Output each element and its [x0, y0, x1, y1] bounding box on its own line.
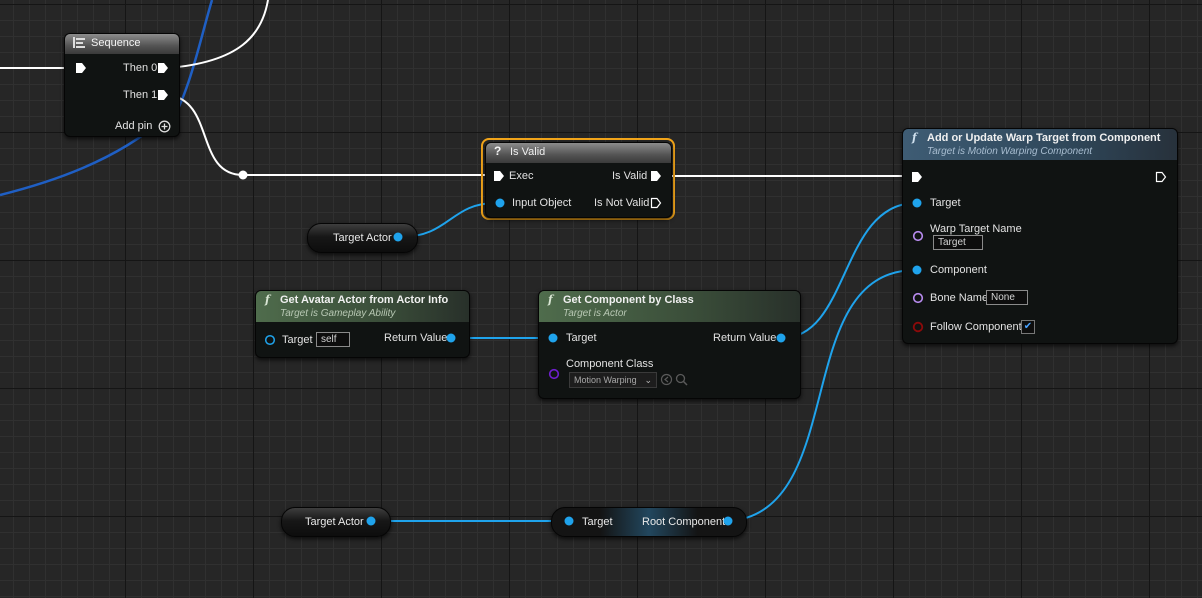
sequence-title: Sequence	[91, 37, 141, 49]
component-class-value: Motion Warping	[574, 375, 637, 385]
get-component-target-label: Target	[566, 332, 597, 344]
add-pin-label[interactable]: Add pin	[115, 120, 152, 132]
sequence-header[interactable]: Sequence	[65, 34, 179, 54]
get-component-by-class-subtitle: Target is Actor	[563, 308, 627, 319]
function-icon: f	[265, 293, 270, 306]
warp-target-label: Target	[930, 197, 961, 209]
get-avatar-target-label: Target	[282, 334, 313, 346]
follow-component-pin[interactable]	[912, 321, 924, 333]
get-avatar-return-pin[interactable]	[445, 332, 457, 344]
input-object-label: Input Object	[512, 197, 572, 209]
warp-target-name-pin[interactable]	[912, 230, 924, 242]
warp-component-pin[interactable]	[911, 264, 923, 276]
is-valid-header[interactable]: ? Is Valid	[486, 143, 671, 163]
get-component-by-class-header[interactable]: f Get Component by Class Target is Actor	[539, 291, 800, 322]
get-avatar-actor-header[interactable]: f Get Avatar Actor from Actor Info Targe…	[256, 291, 469, 322]
is-valid-exec-in-pin[interactable]	[493, 170, 505, 182]
use-selected-asset-icon[interactable]	[660, 373, 673, 386]
root-component-getter[interactable]: Target Root Component	[551, 507, 747, 537]
function-icon: f	[912, 131, 917, 144]
question-icon: ?	[494, 144, 502, 158]
warp-exec-out-pin[interactable]	[1155, 171, 1167, 183]
get-component-by-class-title: Get Component by Class	[563, 294, 694, 306]
get-avatar-actor-title: Get Avatar Actor from Actor Info	[280, 294, 449, 306]
wire-get-component-to-warp-target	[781, 202, 917, 339]
component-class-label: Component Class	[566, 358, 654, 370]
root-component-target-label: Target	[582, 516, 613, 528]
get-component-return-pin[interactable]	[775, 332, 787, 344]
wire-blue-background-2	[0, 128, 151, 197]
bone-name-field[interactable]: None	[986, 290, 1028, 305]
is-not-valid-out-label: Is Not Valid	[594, 197, 650, 209]
target-actor-2-out-pin[interactable]	[365, 515, 377, 527]
add-or-update-warp-target-header[interactable]: f Add or Update Warp Target from Compone…	[903, 129, 1177, 160]
sequence-icon	[73, 37, 85, 48]
is-valid-title: Is Valid	[510, 146, 546, 158]
target-actor-1-label: Target Actor	[333, 232, 392, 244]
get-component-return-label: Return Value	[713, 332, 777, 344]
sequence-then1-label: Then 1	[123, 89, 158, 101]
component-class-pin[interactable]	[548, 368, 560, 380]
get-avatar-target-pin[interactable]	[264, 334, 276, 346]
is-valid-out-label: Is Valid	[612, 170, 648, 182]
component-class-dropdown[interactable]: Motion Warping ⌄	[569, 372, 657, 388]
target-actor-1-out-pin[interactable]	[392, 231, 404, 243]
sequence-then1-pin[interactable]	[157, 89, 169, 101]
is-valid-out-pin[interactable]	[650, 170, 662, 182]
warp-component-label: Component	[930, 264, 987, 276]
get-component-target-pin[interactable]	[547, 332, 559, 344]
follow-component-label: Follow Component	[930, 321, 1022, 333]
get-avatar-actor-subtitle: Target is Gameplay Ability	[280, 308, 396, 319]
wire-exec-then1-to-isvalid	[167, 94, 492, 176]
reroute-knot[interactable]	[238, 170, 248, 180]
get-avatar-actor-node[interactable]: f Get Avatar Actor from Actor Info Targe…	[255, 290, 470, 358]
add-or-update-warp-target-subtitle: Target is Motion Warping Component	[927, 146, 1093, 157]
sequence-then0-label: Then 0	[123, 62, 158, 74]
sequence-exec-in-pin[interactable]	[75, 62, 87, 74]
get-avatar-return-label: Return Value	[384, 332, 448, 344]
root-component-return-label: Root Component	[642, 516, 726, 528]
add-pin-icon[interactable]	[158, 120, 171, 133]
warp-target-pin[interactable]	[911, 197, 923, 209]
function-icon: f	[548, 293, 553, 306]
warp-exec-in-pin[interactable]	[911, 171, 923, 183]
chevron-down-icon: ⌄	[644, 375, 652, 385]
warp-target-name-label: Warp Target Name	[930, 223, 1022, 235]
sequence-then0-pin[interactable]	[157, 62, 169, 74]
bone-name-label: Bone Name	[930, 292, 989, 304]
is-valid-exec-label: Exec	[509, 170, 534, 182]
is-valid-input-object-pin[interactable]	[494, 197, 506, 209]
warp-target-name-field[interactable]: Target	[933, 235, 983, 250]
bone-name-pin[interactable]	[912, 292, 924, 304]
browse-search-icon[interactable]	[675, 373, 688, 386]
is-not-valid-out-pin[interactable]	[650, 197, 662, 209]
follow-component-checkbox[interactable]: ✔	[1021, 320, 1035, 334]
add-or-update-warp-target-title: Add or Update Warp Target from Component	[927, 132, 1161, 144]
checkmark-icon: ✔	[1023, 321, 1033, 332]
root-component-target-pin[interactable]	[563, 515, 575, 527]
get-avatar-target-value[interactable]: self	[316, 332, 350, 347]
wire-exec-then0	[167, 0, 269, 69]
target-actor-2-label: Target Actor	[305, 516, 364, 528]
root-component-return-pin[interactable]	[722, 515, 734, 527]
